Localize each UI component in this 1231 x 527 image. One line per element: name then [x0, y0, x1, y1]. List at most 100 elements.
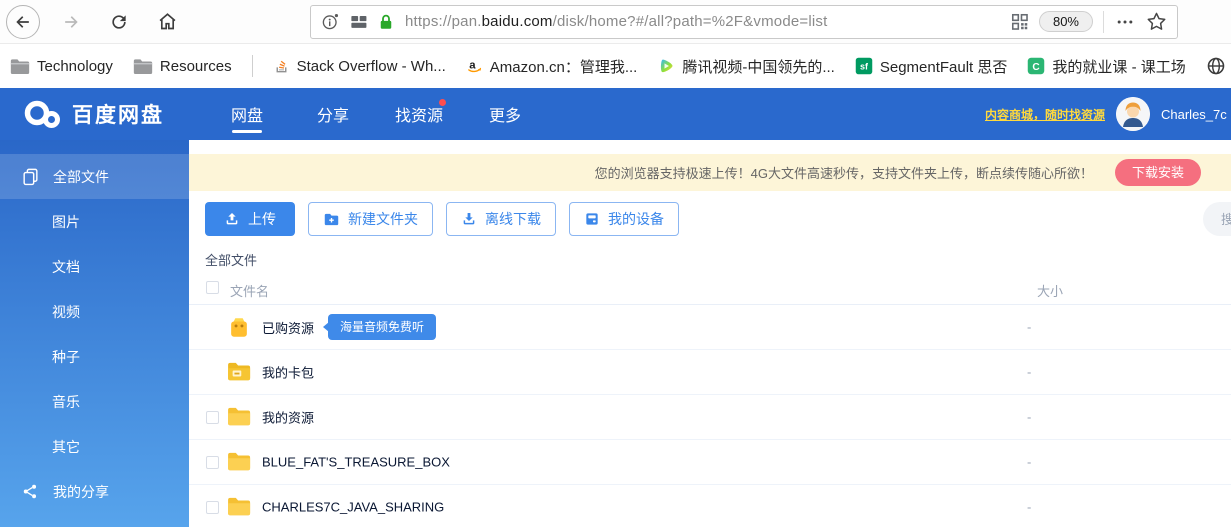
select-all-checkbox[interactable] [206, 281, 219, 294]
row-checkbox[interactable] [206, 456, 219, 469]
address-bar-divider [1103, 11, 1104, 33]
page-actions-icon[interactable] [1114, 12, 1136, 32]
folder-icon [227, 406, 251, 426]
sidebar-item-torrents[interactable]: 种子 [0, 334, 189, 379]
avatar-image [1116, 97, 1150, 131]
bookmark-folder-technology[interactable]: Technology [10, 58, 113, 75]
file-row-purchased[interactable]: 已购资源海量音频免费听 - [189, 305, 1231, 350]
file-size: - [1027, 365, 1031, 380]
file-name[interactable]: CHARLES7C_JAVA_SHARING [262, 500, 444, 515]
button-label: 新建文件夹 [348, 209, 418, 229]
globe-icon [1206, 56, 1226, 76]
reload-icon [109, 12, 129, 32]
bookmark-tencent-video[interactable]: 腾讯视频-中国领先的... [657, 56, 835, 77]
reload-button[interactable] [102, 5, 136, 39]
address-bar[interactable]: https://pan.baidu.com/disk/home?#/all?pa… [310, 5, 1178, 39]
nav-tab-more[interactable]: 更多 [462, 88, 548, 140]
button-label: 离线下载 [485, 209, 541, 229]
back-button[interactable] [6, 5, 40, 39]
file-row-my-resources[interactable]: 我的资源 - [189, 395, 1231, 440]
content: 全部文件 图片 文档 视频 种子 音乐 其它 我的分享 您的浏览器支持极速上传！… [0, 140, 1231, 527]
bookmark-star-icon[interactable] [1146, 11, 1167, 32]
sidebar-label: 视频 [52, 302, 80, 322]
qr-code-icon[interactable] [1010, 12, 1029, 31]
folder-icon [10, 58, 30, 75]
sidebar-item-videos[interactable]: 视频 [0, 289, 189, 334]
search-input[interactable] [1203, 202, 1231, 236]
bookmark-label: Amazon.cn：管理我... [490, 56, 638, 77]
nav-label: 找资源 [395, 102, 443, 126]
column-header-filename[interactable]: 文件名 [230, 281, 269, 300]
bookmark-stackoverflow[interactable]: Stack Overflow - Wh... [273, 57, 446, 75]
bookmark-amazon[interactable]: a Amazon.cn：管理我... [466, 56, 638, 77]
nav-tab-find-resources[interactable]: 找资源 [376, 88, 462, 140]
app-header: 百度网盘 网盘 分享 找资源 更多 内容商城，随时找资源 Charles_7c [0, 88, 1231, 140]
file-name[interactable]: 已购资源 [262, 318, 314, 337]
lock-icon[interactable] [377, 13, 395, 31]
column-header-size[interactable]: 大小 [1037, 281, 1063, 300]
username[interactable]: Charles_7c [1161, 107, 1231, 122]
audio-promo-badge[interactable]: 海量音频免费听 [328, 314, 436, 340]
download-install-button[interactable]: 下载安装 [1115, 159, 1201, 186]
sidebar-item-music[interactable]: 音乐 [0, 379, 189, 424]
file-row-card-wallet[interactable]: 我的卡包 - [189, 350, 1231, 395]
sidebar-item-others[interactable]: 其它 [0, 424, 189, 469]
sidebar-label: 其它 [52, 437, 80, 457]
bookmark-overflow[interactable]: W [1206, 56, 1231, 76]
segmentfault-icon: sf [855, 57, 873, 75]
file-row-java-sharing[interactable]: CHARLES7C_JAVA_SHARING - [189, 485, 1231, 527]
row-checkbox[interactable] [206, 411, 219, 424]
bookmark-kgc[interactable]: C 我的就业课 - 课工场 [1027, 56, 1185, 77]
tencent-video-icon [657, 57, 675, 75]
container-icon[interactable] [349, 12, 368, 31]
nav-tab-disk[interactable]: 网盘 [204, 88, 290, 140]
url-prefix: https://pan. [405, 13, 482, 30]
promo-banner: 您的浏览器支持极速上传！4G大文件高速秒传，支持文件夹上传，断点续传随心所欲！ … [189, 154, 1231, 191]
url-text[interactable]: https://pan.baidu.com/disk/home?#/all?pa… [405, 13, 828, 30]
upload-button[interactable]: 上传 [205, 202, 295, 236]
file-row-treasure-box[interactable]: BLUE_FAT'S_TREASURE_BOX - [189, 440, 1231, 485]
address-bar-icons [321, 12, 395, 31]
header-right: 内容商城，随时找资源 Charles_7c [985, 97, 1231, 131]
nav-tab-share[interactable]: 分享 [290, 88, 376, 140]
sidebar-label: 图片 [52, 212, 80, 232]
bookmark-folder-resources[interactable]: Resources [133, 58, 232, 75]
folder-icon [133, 58, 153, 75]
zoom-level-badge[interactable]: 80% [1039, 11, 1093, 32]
bookmark-label: SegmentFault 思否 [880, 56, 1008, 77]
download-icon [461, 211, 477, 227]
my-devices-button[interactable]: 我的设备 [569, 202, 679, 236]
devices-icon [584, 211, 600, 227]
file-name[interactable]: BLUE_FAT'S_TREASURE_BOX [262, 455, 450, 470]
baidu-pan-brand[interactable]: 百度网盘 [0, 97, 164, 131]
upload-icon [224, 211, 240, 227]
notification-dot [439, 99, 446, 106]
file-name[interactable]: 我的卡包 [262, 363, 314, 382]
brand-title: 百度网盘 [72, 99, 164, 129]
avatar[interactable] [1116, 97, 1150, 131]
site-info-icon[interactable] [321, 12, 340, 31]
sidebar-item-images[interactable]: 图片 [0, 199, 189, 244]
main-panel: 您的浏览器支持极速上传！4G大文件高速秒传，支持文件夹上传，断点续传随心所欲！ … [189, 140, 1231, 527]
svg-text:C: C [1033, 62, 1041, 73]
file-size: - [1027, 320, 1031, 335]
card-folder-icon [227, 361, 251, 381]
forward-arrow-icon [61, 12, 81, 32]
forward-button[interactable] [54, 5, 88, 39]
bookmarks-bar: Technology Resources Stack Overflow - Wh… [0, 44, 1231, 88]
files-icon [21, 167, 40, 186]
file-size: - [1027, 410, 1031, 425]
address-bar-actions: 80% [1010, 11, 1167, 33]
home-button[interactable] [150, 5, 184, 39]
row-checkbox[interactable] [206, 501, 219, 514]
sidebar-item-my-shares[interactable]: 我的分享 [0, 469, 189, 514]
bookmark-segmentfault[interactable]: sf SegmentFault 思否 [855, 56, 1008, 77]
file-name[interactable]: 我的资源 [262, 408, 314, 427]
offline-download-button[interactable]: 离线下载 [446, 202, 556, 236]
sidebar-item-all-files[interactable]: 全部文件 [0, 154, 189, 199]
purchased-bag-icon [227, 316, 251, 339]
sidebar-item-documents[interactable]: 文档 [0, 244, 189, 289]
bookmarks-divider [252, 55, 253, 77]
new-folder-button[interactable]: 新建文件夹 [308, 202, 433, 236]
content-mall-link[interactable]: 内容商城，随时找资源 [985, 106, 1105, 123]
